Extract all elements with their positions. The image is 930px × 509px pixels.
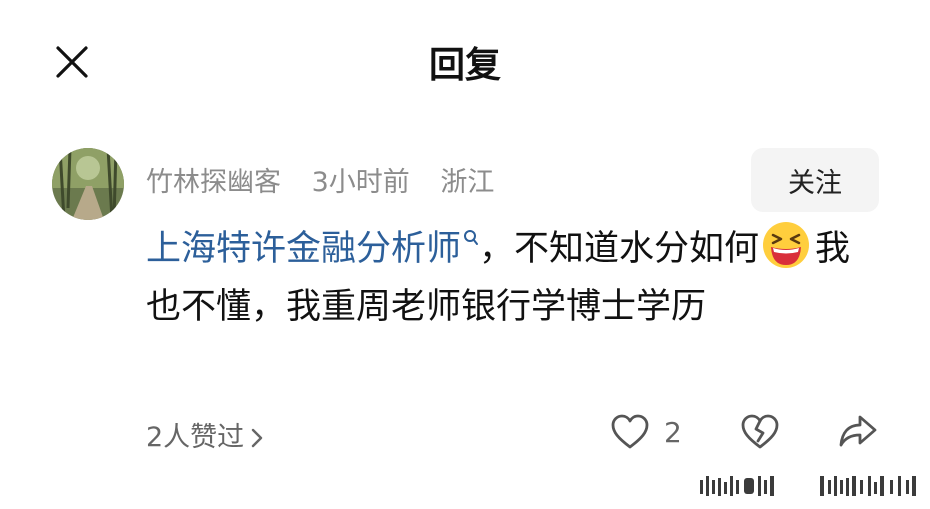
comment-text: 上海特许金融分析师 ，不知道水分如何 我也不懂，我重周老师银行学博士学历 bbox=[146, 220, 881, 336]
share-button[interactable] bbox=[838, 413, 878, 453]
page-title: 回复 bbox=[428, 45, 501, 86]
heart-icon bbox=[611, 414, 649, 449]
dislike-button[interactable] bbox=[740, 413, 780, 455]
likes-summary-link[interactable]: 2人赞过 bbox=[146, 415, 264, 454]
follow-button[interactable]: 关注 bbox=[751, 148, 879, 212]
search-icon bbox=[464, 230, 479, 246]
search-link[interactable]: 上海特许金融分析师 bbox=[146, 229, 479, 269]
avatar[interactable] bbox=[52, 148, 124, 220]
share-icon bbox=[839, 415, 877, 447]
broken-heart-icon bbox=[741, 414, 779, 449]
laughing-emoji-icon bbox=[763, 222, 810, 268]
comment-time: 3小时前 bbox=[311, 167, 410, 198]
comment-location: 浙江 bbox=[440, 167, 495, 198]
chevron-right-icon bbox=[251, 428, 263, 448]
watermark-icon bbox=[700, 476, 916, 496]
comment-meta: 竹林探幽客 3小时前 浙江 bbox=[146, 160, 516, 199]
like-button[interactable]: 2 bbox=[610, 413, 682, 451]
username[interactable]: 竹林探幽客 bbox=[146, 167, 281, 198]
like-count: 2 bbox=[664, 415, 682, 449]
